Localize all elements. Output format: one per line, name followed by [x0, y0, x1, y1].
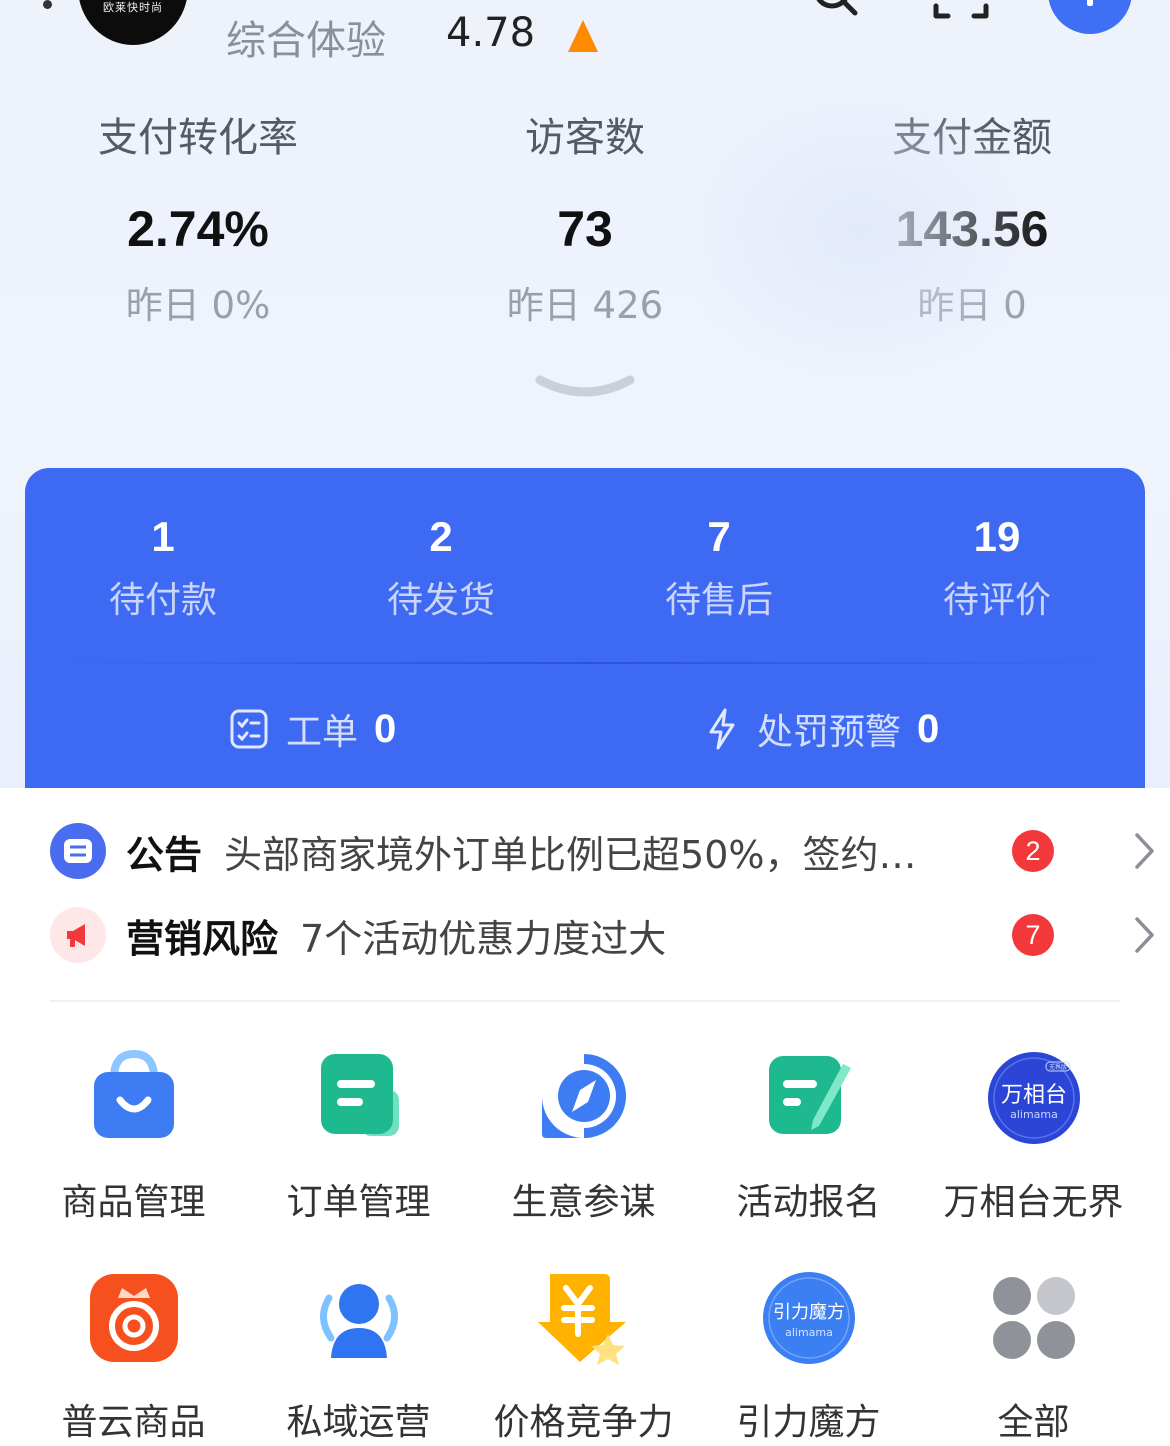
- ticket-value: 0: [374, 706, 397, 751]
- status-dot: [43, 0, 52, 9]
- wanxiangtai-icon: 万相台 alimama 无界版: [987, 1052, 1080, 1144]
- experience-score: 4.78: [446, 10, 536, 56]
- grid-label: 商品管理: [61, 1182, 206, 1223]
- ticket-icon: [230, 709, 268, 749]
- announcement-text: 头部商家境外订单比例已超50%，签约…: [224, 832, 917, 877]
- users-icon: [319, 1284, 398, 1358]
- grid-item-yinli-mofang[interactable]: 引力魔方 alimama 引力魔方: [696, 1268, 921, 1446]
- grid-item-product-management[interactable]: 商品管理: [21, 1048, 246, 1226]
- marketing-risk-row[interactable]: 营销风险 7个活动优惠力度过大 7: [50, 907, 1154, 963]
- announcement-row[interactable]: 公告 头部商家境外订单比例已超50%，签约… 2: [50, 823, 1154, 879]
- penalty-warning-entry[interactable]: 处罚预警 0: [705, 704, 939, 754]
- grid-item-all[interactable]: 全部: [921, 1268, 1146, 1446]
- penalty-value: 0: [917, 706, 940, 751]
- scan-icon[interactable]: [932, 0, 990, 22]
- order-label: 待付款: [108, 580, 217, 621]
- wanxiangtai-logo-tag: 无界版: [1048, 1063, 1066, 1071]
- grid-label: 全部: [997, 1402, 1070, 1443]
- stat-value: 2.74%: [127, 201, 269, 257]
- grid-item-puyun-product[interactable]: 普云商品: [21, 1268, 246, 1446]
- grid-item-order-management[interactable]: 订单管理: [246, 1048, 471, 1226]
- announcement-icon: [50, 823, 106, 879]
- puyun-icon: [89, 1274, 178, 1362]
- price-star-icon: [537, 1274, 626, 1365]
- card-divider: [65, 662, 1105, 664]
- order-pending-payment[interactable]: 1 待付款: [28, 512, 298, 624]
- marketing-risk-title: 营销风险: [126, 916, 279, 961]
- order-count: 7: [707, 513, 731, 560]
- grid-item-activity-signup[interactable]: 活动报名: [696, 1048, 921, 1226]
- order-pending-review[interactable]: 19 待评价: [862, 512, 1132, 624]
- compass-icon: [541, 1054, 626, 1138]
- order-count: 1: [151, 513, 175, 560]
- grid-label: 生意参谋: [511, 1182, 656, 1223]
- shop-avatar[interactable]: 欧莱快时尚: [78, 0, 188, 45]
- grid-item-private-domain[interactable]: 私域运营: [246, 1268, 471, 1446]
- stat-yesterday: 昨日 426: [506, 284, 664, 327]
- announcement-title: 公告: [126, 832, 203, 877]
- stat-yesterday: 昨日 0: [917, 284, 1027, 327]
- order-count: 19: [973, 513, 1021, 560]
- order-pending-shipment[interactable]: 2 待发货: [306, 512, 576, 624]
- main-panel: 公告 头部商家境外订单比例已超50%，签约… 2 营销风险 7个活动优惠力度过大…: [0, 788, 1170, 1443]
- order-pending-aftersale[interactable]: 7 待售后: [584, 512, 854, 624]
- grid-item-business-advisor[interactable]: 生意参谋: [471, 1048, 696, 1226]
- grid-item-price-competitiveness[interactable]: 价格竞争力: [471, 1268, 696, 1446]
- grid-label: 活动报名: [736, 1182, 881, 1223]
- order-label: 待发货: [386, 580, 495, 621]
- add-button[interactable]: [1048, 0, 1132, 34]
- marketing-risk-text: 7个活动优惠力度过大: [300, 916, 667, 961]
- grid-item-wanxiangtai[interactable]: 万相台 alimama 无界版 万相台无界: [921, 1048, 1146, 1226]
- order-label: 待售后: [664, 580, 773, 621]
- shop-logo-text: 欧莱快时尚: [103, 1, 163, 14]
- stat-label: 支付金额: [892, 115, 1052, 161]
- stat-value: 143.56: [895, 201, 1049, 257]
- announcement-badge: 2: [1012, 830, 1054, 872]
- grid-label: 引力魔方: [736, 1402, 881, 1443]
- wanxiangtai-logo-sub: alimama: [1010, 1108, 1058, 1121]
- yinli-icon: 引力魔方 alimama: [762, 1272, 855, 1364]
- expand-chevron-icon[interactable]: [534, 372, 636, 402]
- stat-label: 访客数: [525, 115, 645, 161]
- yinli-logo-sub: alimama: [785, 1326, 833, 1339]
- order-list-icon: [320, 1054, 399, 1136]
- grid-label: 订单管理: [286, 1182, 431, 1223]
- stat-label: 支付转化率: [98, 115, 298, 161]
- wanxiangtai-logo-text: 万相台: [1000, 1083, 1066, 1108]
- megaphone-icon: [50, 907, 106, 963]
- chevron-right-icon: [1135, 833, 1154, 869]
- edit-form-icon: [768, 1056, 851, 1134]
- grid-label: 普云商品: [61, 1402, 206, 1443]
- search-icon[interactable]: [812, 0, 858, 16]
- ticket-entry[interactable]: 工单 0: [230, 704, 396, 754]
- penalty-label: 处罚预警: [757, 712, 902, 753]
- yinli-logo-text: 引力魔方: [773, 1302, 845, 1323]
- stat-payment-amount[interactable]: 支付金额 143.56 昨日 0: [782, 112, 1162, 329]
- marketing-risk-badge: 7: [1012, 914, 1054, 956]
- grid-label: 万相台无界: [943, 1182, 1124, 1223]
- grid-label: 价格竞争力: [493, 1402, 674, 1443]
- stat-conversion[interactable]: 支付转化率 2.74% 昨日 0%: [8, 112, 388, 329]
- order-status-card: 1 待付款 2 待发货 7 待售后 19 待评价 工单 0 处罚预警 0: [25, 468, 1145, 798]
- stat-value: 73: [557, 201, 613, 257]
- chevron-right-icon: [1135, 917, 1154, 953]
- ticket-label: 工单: [286, 712, 359, 753]
- stat-visitors[interactable]: 访客数 73 昨日 426: [395, 112, 775, 329]
- experience-label: 综合体验: [226, 18, 386, 64]
- order-label: 待评价: [942, 580, 1051, 621]
- all-apps-icon: [992, 1277, 1075, 1359]
- panel-divider: [50, 1000, 1120, 1002]
- order-count: 2: [429, 513, 453, 560]
- up-arrow-icon: [568, 20, 598, 52]
- shopping-bag-icon: [93, 1049, 174, 1138]
- grid-label: 私域运营: [286, 1402, 431, 1443]
- stat-yesterday: 昨日 0%: [125, 284, 271, 327]
- lightning-icon: [709, 708, 735, 750]
